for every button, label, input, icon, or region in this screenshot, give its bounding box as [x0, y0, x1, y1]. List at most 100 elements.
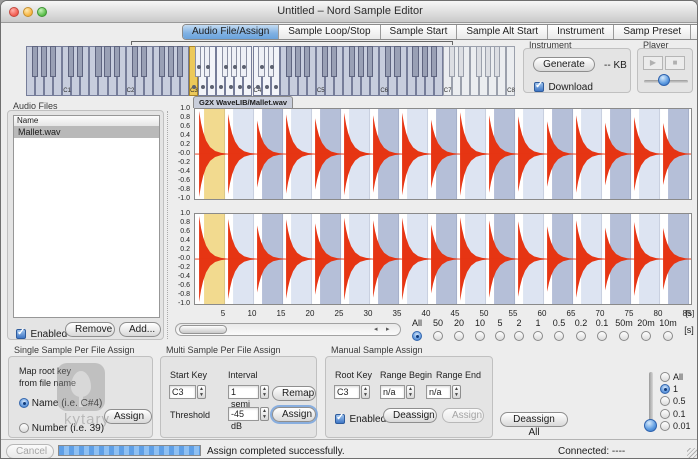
piano-key-f-0[interactable]: [32, 46, 38, 77]
zoom-scale-option-20m[interactable]: [641, 331, 651, 341]
piano-key-f-3[interactable]: [222, 46, 228, 77]
single-assign-button[interactable]: Assign: [104, 409, 152, 424]
zoom-scale-option-5[interactable]: [495, 331, 505, 341]
snap-slider-knob[interactable]: [644, 419, 657, 432]
map-by-number-radio[interactable]: [19, 423, 29, 433]
piano-key-g-4[interactable]: [295, 46, 301, 77]
piano-key-g-1[interactable]: [104, 46, 110, 77]
tab-samp-preset[interactable]: Samp Preset: [614, 25, 691, 39]
manual-assign-button[interactable]: Assign: [442, 408, 484, 423]
piano-key-c-6[interactable]: [385, 46, 391, 77]
interval-field[interactable]: 1 semi: [228, 385, 259, 399]
piano-key-a-0[interactable]: [50, 46, 56, 77]
piano-key-c-5[interactable]: [322, 46, 328, 77]
waveform-scrollbar[interactable]: ◂ ▸: [175, 323, 401, 336]
piano-key-g-3[interactable]: [231, 46, 237, 77]
zoom-scale-option-20[interactable]: [454, 331, 464, 341]
piano-key-d-5[interactable]: [331, 46, 337, 77]
range-end-stepper[interactable]: ▲▼: [452, 385, 461, 399]
piano-key-a-1[interactable]: [114, 46, 120, 77]
tab-manager[interactable]: Manager: [691, 25, 698, 39]
zoom-scale-option-2[interactable]: [514, 331, 524, 341]
tab-sample-alt-start[interactable]: Sample Alt Start: [457, 25, 548, 39]
piano-key-d-1[interactable]: [77, 46, 83, 77]
manual-enabled-checkbox[interactable]: [335, 414, 345, 424]
resize-grip[interactable]: [687, 448, 697, 458]
piano-key-a-3[interactable]: [240, 46, 246, 77]
tab-audio-file-assign[interactable]: Audio File/Assign: [183, 25, 279, 39]
zoom-scale-option-50m[interactable]: [619, 331, 629, 341]
zoom-scale-option-50[interactable]: [433, 331, 443, 341]
remove-file-button[interactable]: Remove: [65, 322, 115, 337]
piano-key-g-7[interactable]: [485, 46, 491, 77]
snap-option-1[interactable]: [660, 384, 670, 394]
tab-sample-loop-stop[interactable]: Sample Loop/Stop: [279, 25, 380, 39]
volume-slider-knob[interactable]: [658, 74, 670, 86]
start-key-field[interactable]: C3: [169, 385, 196, 399]
piano-key-d-2[interactable]: [141, 46, 147, 77]
piano-key-a-6[interactable]: [431, 46, 437, 77]
threshold-field[interactable]: -45 dB: [228, 407, 259, 421]
map-by-name-radio[interactable]: [19, 398, 29, 408]
multi-assign-button[interactable]: Assign: [272, 407, 316, 422]
piano-key-c-1[interactable]: [68, 46, 74, 77]
piano-key-d-4[interactable]: [268, 46, 274, 77]
scroll-right-arrow-icon[interactable]: ▸: [386, 324, 390, 335]
piano-key-c-7[interactable]: [449, 46, 455, 77]
zoom-scale-option-0-5[interactable]: [554, 331, 564, 341]
cancel-button[interactable]: Cancel: [6, 444, 54, 459]
waveform-plot-right-channel[interactable]: [194, 213, 692, 305]
piano-key-a-7[interactable]: [494, 46, 500, 77]
audio-file-row[interactable]: Mallet.wav: [14, 127, 159, 138]
scroll-left-arrow-icon[interactable]: ◂: [374, 324, 378, 335]
zoom-scale-option-all[interactable]: [412, 331, 422, 341]
piano-key-g-0[interactable]: [41, 46, 47, 77]
piano-key-d-6[interactable]: [394, 46, 400, 77]
snap-option-0-01[interactable]: [660, 421, 670, 431]
piano-key-g-2[interactable]: [168, 46, 174, 77]
range-begin-field[interactable]: n/a: [380, 385, 405, 399]
piano-key-a-4[interactable]: [304, 46, 310, 77]
snap-option-0-1[interactable]: [660, 409, 670, 419]
piano-key-f-4[interactable]: [286, 46, 292, 77]
piano-key-d-3[interactable]: [204, 46, 210, 77]
audio-files-column-header[interactable]: Name: [14, 116, 159, 127]
piano-key-c-2[interactable]: [132, 46, 138, 77]
tab-instrument[interactable]: Instrument: [548, 25, 614, 39]
range-begin-stepper[interactable]: ▲▼: [406, 385, 415, 399]
deassign-button[interactable]: Deassign: [383, 408, 437, 423]
deassign-all-button[interactable]: Deassign All: [500, 412, 568, 427]
zoom-scale-option-10[interactable]: [475, 331, 485, 341]
interval-stepper[interactable]: ▲▼: [260, 385, 269, 399]
piano-key-f-1[interactable]: [95, 46, 101, 77]
piano-key-g-5[interactable]: [358, 46, 364, 77]
piano-key-c8[interactable]: C8: [506, 46, 515, 96]
root-key-field[interactable]: C3: [334, 385, 360, 399]
remap-button[interactable]: Remap: [272, 386, 316, 401]
download-checkbox[interactable]: [534, 82, 544, 92]
piano-key-a-2[interactable]: [177, 46, 183, 77]
piano-key-f-7[interactable]: [476, 46, 482, 77]
start-key-stepper[interactable]: ▲▼: [197, 385, 206, 399]
range-end-field[interactable]: n/a: [426, 385, 451, 399]
piano-key-d-7[interactable]: [458, 46, 464, 77]
add-file-button[interactable]: Add...: [119, 322, 161, 337]
zoom-scale-option-0-1[interactable]: [597, 331, 607, 341]
waveform-plot-left-channel[interactable]: [194, 108, 692, 200]
piano-key-f-2[interactable]: [159, 46, 165, 77]
file-enabled-checkbox[interactable]: [16, 329, 26, 339]
piano-key-c-4[interactable]: [258, 46, 264, 77]
generate-button[interactable]: Generate: [533, 57, 595, 72]
snap-option-0-5[interactable]: [660, 396, 670, 406]
stop-button[interactable]: ■: [665, 56, 685, 70]
root-key-stepper[interactable]: ▲▼: [361, 385, 370, 399]
piano-key-a-5[interactable]: [367, 46, 373, 77]
piano-key-f-6[interactable]: [412, 46, 418, 77]
snap-option-all[interactable]: [660, 372, 670, 382]
piano-key-c-3[interactable]: [195, 46, 201, 77]
piano-key-g-6[interactable]: [422, 46, 428, 77]
audio-files-list[interactable]: Name Mallet.wav: [13, 115, 160, 318]
zoom-scale-option-0-2[interactable]: [576, 331, 586, 341]
tab-sample-start[interactable]: Sample Start: [381, 25, 458, 39]
waveform-scrollbar-thumb[interactable]: [179, 325, 227, 334]
